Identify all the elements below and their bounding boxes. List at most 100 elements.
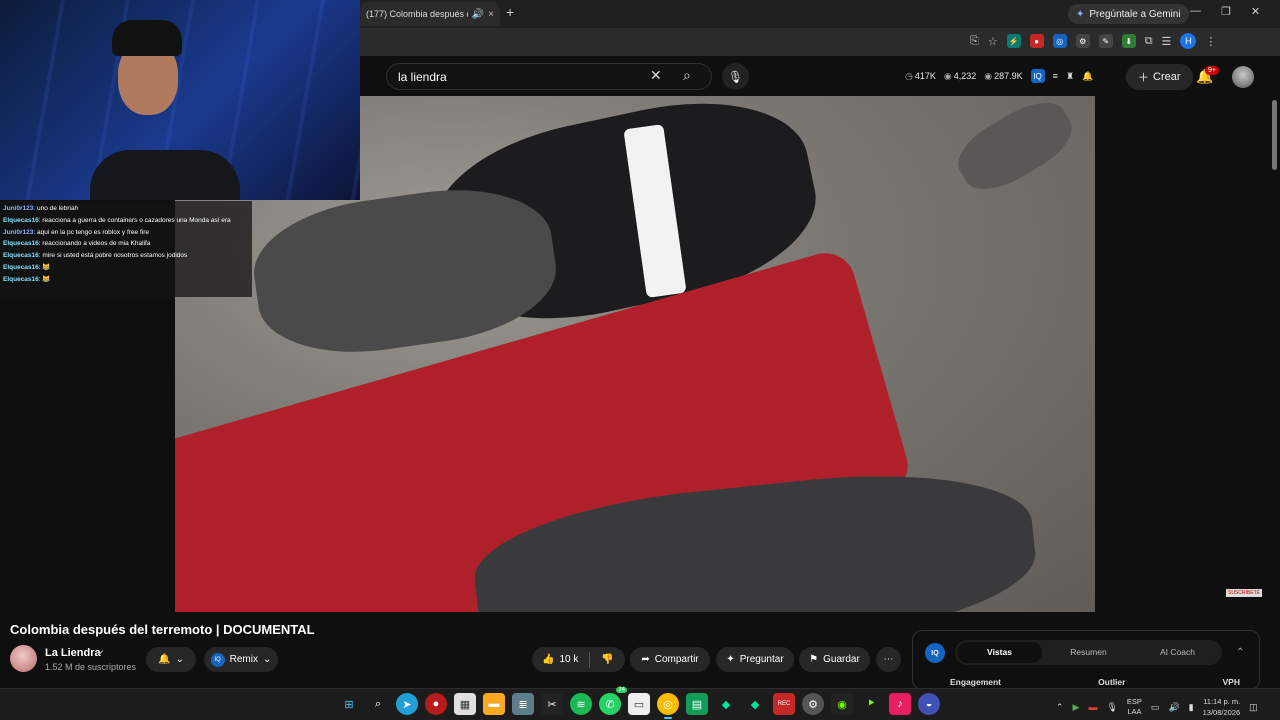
record-icon[interactable]: ▬	[1088, 702, 1097, 712]
extension-6-icon[interactable]: ⬇	[1121, 34, 1136, 48]
stat-views-live: 287.9K	[994, 70, 1023, 81]
chat-message: Elquecas16: reaccionando a videos de mia…	[3, 240, 151, 248]
window-app-icon[interactable]: ▭	[628, 693, 650, 715]
chat-message: Elquecas16: 😹	[3, 263, 51, 271]
create-label: Crear	[1153, 71, 1181, 83]
share-button[interactable]: ➦ Compartir	[630, 647, 710, 672]
telegram-icon[interactable]: ➤	[396, 693, 418, 715]
search-input[interactable]: la liendra	[386, 63, 712, 90]
battery-icon[interactable]: ▮	[1189, 702, 1194, 713]
clear-search-icon[interactable]: ✕	[650, 67, 662, 84]
chevron-up-icon[interactable]: ⌃	[1236, 647, 1244, 658]
notifications-icon[interactable]: ◫	[1249, 702, 1258, 713]
search-icon[interactable]: ⌕	[367, 693, 389, 715]
channel-name[interactable]: La Liendra	[45, 647, 101, 659]
network-icon[interactable]: ▭	[1151, 702, 1160, 713]
play-icon[interactable]: ▶	[1073, 702, 1080, 713]
subscriber-count: 1.52 M de suscriptores	[45, 662, 137, 672]
chevron-up-icon[interactable]: ⌃	[1056, 702, 1064, 713]
sparkle-icon: ✦	[726, 654, 735, 665]
app-blue-icon[interactable]: ◒	[918, 693, 940, 715]
like-dislike-group[interactable]: 👍 10 k 👎	[532, 647, 625, 672]
iq-icon: IQ	[210, 652, 225, 667]
stat-views-total: 417K	[914, 70, 936, 81]
channel-avatar[interactable]	[10, 645, 37, 672]
plus-icon: ＋	[1138, 72, 1149, 84]
reading-list-icon[interactable]: ☰	[1162, 35, 1172, 48]
eye-icon: ◉	[943, 70, 952, 81]
create-button[interactable]: ＋ Crear	[1126, 64, 1193, 90]
bookmark-star-icon[interactable]: ☆	[988, 35, 998, 48]
notepad-icon[interactable]: ≣	[512, 693, 534, 715]
extension-2-icon[interactable]: ●	[1029, 34, 1044, 48]
page-scrollbar-thumb[interactable]	[1272, 100, 1277, 170]
install-app-icon[interactable]: ⎘	[970, 35, 979, 48]
tab-vistas[interactable]: Vistas	[957, 642, 1042, 663]
file-explorer-icon[interactable]: ▬	[483, 693, 505, 715]
whatsapp-icon[interactable]: ✆ 24	[599, 687, 627, 715]
search-icon[interactable]: ⌕	[683, 67, 691, 84]
verified-icon: ✔	[97, 648, 105, 658]
extension-3-icon[interactable]: ◎	[1052, 34, 1067, 48]
new-tab-button[interactable]: +	[506, 4, 514, 20]
language-indicator[interactable]: ESP LAA	[1127, 697, 1142, 717]
extension-4-icon[interactable]: ⚙	[1075, 34, 1090, 48]
extensions-puzzle-icon[interactable]: ⧉	[1145, 35, 1153, 48]
streaming-app-icon[interactable]: REC	[773, 693, 795, 715]
sheets-icon[interactable]: ▤	[686, 693, 708, 715]
iq-extension-icon[interactable]: IQ	[1030, 69, 1045, 83]
ask-label: Preguntar	[739, 654, 784, 665]
nvidia-icon[interactable]: ◉	[831, 693, 853, 715]
voice-search-icon[interactable]: 🎙	[722, 63, 749, 90]
speaker-icon[interactable]: 🔊	[472, 9, 484, 20]
trophy-icon[interactable]: ♜	[1066, 71, 1074, 82]
volume-icon[interactable]: 🔊	[1168, 702, 1179, 713]
app-red-icon[interactable]: ●	[425, 693, 447, 715]
tab-close-icon[interactable]: ×	[488, 9, 494, 20]
chat-message: Elquecas16: reacciona a guerra de contai…	[3, 216, 231, 224]
windows-start-icon[interactable]: ⊞	[338, 693, 360, 715]
thumbs-down-icon[interactable]: 👎	[601, 654, 613, 665]
capcut-icon[interactable]: ✂	[541, 693, 563, 715]
list-icon[interactable]: ≡	[1053, 71, 1058, 81]
share-label: Compartir	[654, 654, 699, 665]
gem-app-2-icon[interactable]: ◆	[744, 693, 766, 715]
tab-resumen[interactable]: Resumen	[1046, 642, 1131, 663]
alert-bell-icon[interactable]: 🔔	[1082, 71, 1093, 82]
eye-icon: ◉	[984, 70, 993, 81]
extension-1-icon[interactable]: ⚡	[1006, 34, 1021, 48]
gemini-button[interactable]: ✦ Pregúntale a Gemini	[1068, 4, 1189, 24]
remix-button[interactable]: IQ Remix ⌄	[204, 647, 278, 672]
profile-avatar[interactable]: H	[1180, 33, 1197, 49]
subscribed-bell-button[interactable]: 🔔 ⌄	[146, 647, 196, 672]
bell-icon: 🔔	[158, 654, 171, 665]
streamer-shoulders	[90, 150, 240, 200]
store-icon[interactable]: ▦	[454, 693, 476, 715]
video-frame-shape	[246, 175, 564, 367]
gem-app-icon[interactable]: ◆	[715, 693, 737, 715]
save-button[interactable]: ⚑ Guardar	[799, 647, 870, 672]
clock[interactable]: 11:14 p. m. 13/08/2026	[1203, 696, 1241, 718]
chat-message: Juni0r123: uno de lebriah	[3, 205, 79, 212]
share-icon: ➦	[641, 654, 650, 665]
tab-ai-coach[interactable]: AI Coach	[1135, 642, 1220, 663]
chrome-icon[interactable]: ◎	[657, 693, 679, 719]
thumbs-up-icon[interactable]: 👍	[542, 654, 554, 665]
maximize-button[interactable]: ❐	[1221, 5, 1231, 18]
steam-icon[interactable]: ⚙	[802, 693, 824, 715]
launcher-icon[interactable]: ⯈	[860, 693, 882, 715]
spotify-icon[interactable]: ≋	[570, 693, 592, 715]
close-window-button[interactable]: ✕	[1251, 5, 1260, 18]
minimize-button[interactable]: —	[1190, 5, 1201, 18]
tiktok-icon[interactable]: ♪	[889, 693, 911, 715]
account-avatar[interactable]	[1232, 66, 1254, 88]
more-actions-button[interactable]: ⋯	[876, 647, 901, 672]
microphone-icon[interactable]: 🎙	[1106, 702, 1117, 713]
ask-button[interactable]: ✦ Preguntar	[716, 647, 794, 672]
subscribe-watermark: SUSCRÍBETE	[1226, 589, 1262, 597]
browser-menu-icon[interactable]: ⋮	[1205, 35, 1216, 48]
system-tray: ⌃ ▶ ▬ 🎙 ESP LAA ▭ 🔊 ▮ 11:14 p. m. 13/08/20…	[1056, 696, 1258, 718]
tab-youtube-video[interactable]: (177) Colombia después del terremoto | D…	[360, 2, 500, 26]
extension-5-icon[interactable]: ✎	[1098, 34, 1113, 48]
video-frame-shape	[948, 96, 1082, 202]
